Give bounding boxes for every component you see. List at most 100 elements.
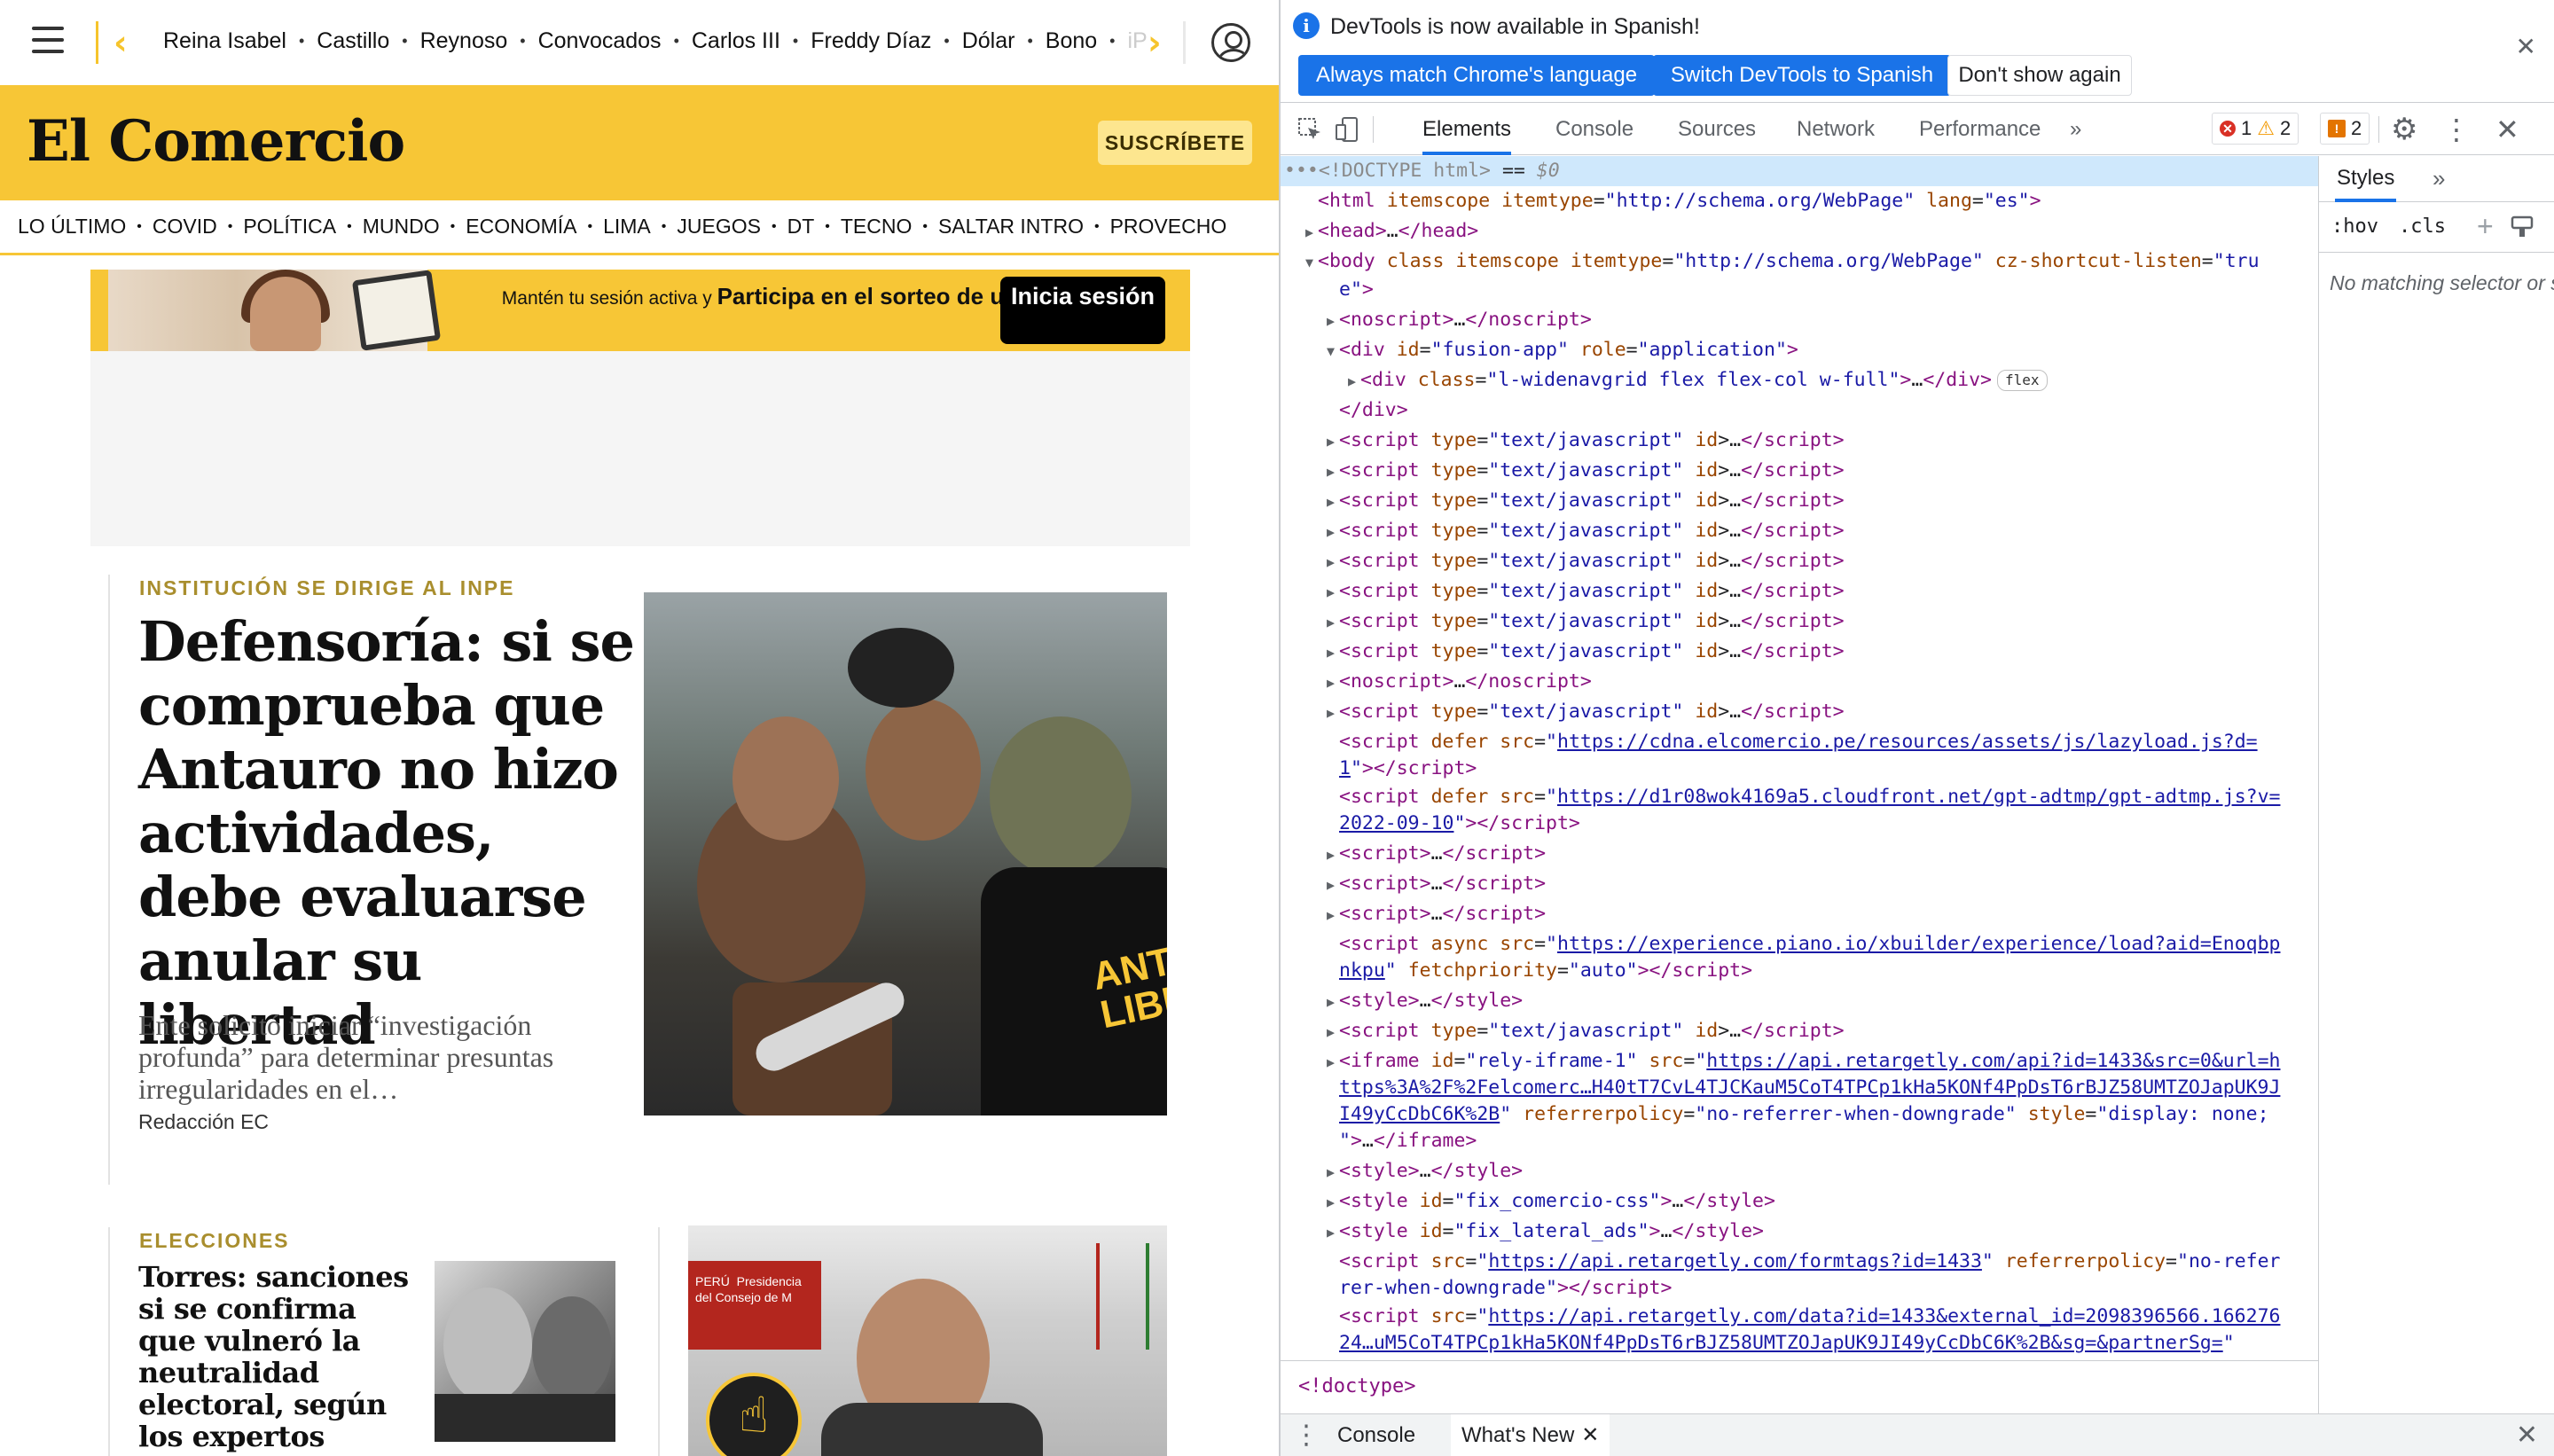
dom-node-row[interactable]: I49yCcDbC6K%2B" referrerpolicy="no-refer… — [1281, 1100, 2318, 1130]
hot-topic-link[interactable]: Castillo — [317, 28, 389, 54]
hot-topic-link[interactable]: Convocados — [538, 28, 662, 54]
section-nav-item[interactable]: TECNO — [841, 215, 913, 239]
dom-node-row[interactable]: ▶ <style>…</style> — [1281, 986, 2318, 1016]
dom-node-row[interactable]: ▼ <div id="fusion-app" role="application"… — [1281, 335, 2318, 365]
expand-triangle-icon[interactable]: ▼ — [1305, 247, 1318, 278]
hot-topic-link[interactable]: Bono — [1046, 28, 1097, 54]
hover-state-toggle[interactable]: :hov — [2331, 215, 2378, 238]
issues-counter[interactable]: ! 2 — [2320, 113, 2370, 145]
dom-node-row[interactable]: <script async src="https://experience.pi… — [1281, 929, 2318, 959]
dom-node-row[interactable]: ▶ <style>…</style> — [1281, 1156, 2318, 1186]
dom-node-row[interactable]: ▶ <script type="text/javascript" id>…</sc… — [1281, 1016, 2318, 1046]
dom-node-row[interactable]: ▶ <script type="text/javascript" id>…</sc… — [1281, 456, 2318, 486]
dom-node-row[interactable]: ">…</iframe> — [1281, 1126, 2318, 1156]
expand-triangle-icon[interactable]: ▶ — [1327, 1017, 1339, 1047]
dom-node-row[interactable]: ▶ <script>…</script> — [1281, 869, 2318, 899]
section-nav-item[interactable]: SALTAR INTRO — [938, 215, 1084, 239]
dom-node-row[interactable]: <html itemscope itemtype="http://schema.… — [1281, 186, 2318, 216]
story2-photo[interactable] — [435, 1261, 615, 1442]
dom-node-row[interactable]: ▼ <body class itemscope itemtype="http://… — [1281, 247, 2318, 277]
expand-triangle-icon[interactable]: ▶ — [1327, 306, 1339, 336]
expand-triangle-icon[interactable]: ▶ — [1327, 457, 1339, 487]
expand-triangle-icon[interactable]: ▶ — [1327, 577, 1339, 607]
tab-elements[interactable]: Elements — [1422, 104, 1512, 155]
dom-node-row[interactable]: ▶ <script type="text/javascript" id>…</sc… — [1281, 516, 2318, 546]
tab-console[interactable]: Console — [1555, 104, 1633, 155]
dom-node-row[interactable]: <script defer src="https://d1r08wok4169a… — [1281, 782, 2318, 812]
dom-node-row[interactable]: ▶ <head>…</head> — [1281, 216, 2318, 247]
dont-show-again-button[interactable]: Don't show again — [1947, 55, 2132, 96]
expand-triangle-icon[interactable]: ▶ — [1305, 217, 1318, 247]
dom-node-row[interactable]: ▶ <script type="text/javascript" id>…</sc… — [1281, 607, 2318, 637]
story1-byline[interactable]: Redacción EC — [138, 1110, 269, 1134]
drawer-tab-whats-new[interactable]: What's New ✕ — [1451, 1414, 1610, 1456]
expand-triangle-icon[interactable]: ▶ — [1327, 1217, 1339, 1248]
tab-performance[interactable]: Performance — [1919, 104, 2041, 155]
tab-sources[interactable]: Sources — [1678, 104, 1756, 155]
section-nav-item[interactable]: JUEGOS — [677, 215, 761, 239]
hot-topic-link[interactable]: Dólar — [962, 28, 1015, 54]
dom-node-row[interactable]: </div> — [1281, 395, 2318, 426]
dom-node-row[interactable]: ttps%3A%2F%2Felcomerc…H40tT7CvL4TJCKauM5… — [1281, 1073, 2318, 1103]
promo-banner[interactable]: Mantén tu sesión activa y Participa en e… — [90, 270, 1190, 351]
hot-topic-link[interactable]: Carlos III — [692, 28, 780, 54]
switch-to-spanish-button[interactable]: Switch DevTools to Spanish — [1653, 55, 1951, 96]
section-nav-item[interactable]: DT — [787, 215, 815, 239]
drawer-tab-console[interactable]: Console — [1327, 1414, 1426, 1456]
chevron-right-icon[interactable]: › — [1148, 25, 1162, 60]
expand-triangle-icon[interactable]: ▶ — [1327, 840, 1339, 870]
dom-node-row[interactable]: <script src="https://api.retargetly.com/… — [1281, 1302, 2318, 1332]
more-options-icon[interactable]: ⋮ — [2442, 113, 2471, 146]
inspect-element-icon[interactable] — [1297, 116, 1323, 143]
color-palette-icon[interactable] — [2511, 215, 2535, 239]
close-tab-icon[interactable]: ✕ — [1581, 1423, 1599, 1447]
story2-kicker[interactable]: ELECCIONES — [139, 1229, 290, 1253]
expand-triangle-icon[interactable]: ▶ — [1348, 366, 1360, 396]
hot-topic-link[interactable]: Reina Isabel — [163, 28, 286, 54]
section-nav-item[interactable]: LIMA — [603, 215, 651, 239]
dom-node-row[interactable]: e"> — [1281, 275, 2318, 305]
dom-node-row[interactable]: ▶ <noscript>…</noscript> — [1281, 305, 2318, 335]
subscribe-button[interactable]: SUSCRÍBETE — [1098, 121, 1252, 165]
drawer-menu-icon[interactable]: ⋮ — [1293, 1420, 1320, 1451]
section-nav-item[interactable]: MUNDO — [363, 215, 440, 239]
expand-triangle-icon[interactable]: ▼ — [1327, 336, 1339, 366]
elements-dom-tree[interactable]: •••<!DOCTYPE html> == $0 <html itemscope … — [1281, 156, 2318, 1360]
dom-node-row[interactable]: ▶ <noscript>…</noscript> — [1281, 667, 2318, 697]
expand-triangle-icon[interactable]: ▶ — [1327, 1187, 1339, 1217]
dom-node-row[interactable]: ▶ <script type="text/javascript" id>…</sc… — [1281, 697, 2318, 727]
expand-triangle-icon[interactable]: ▶ — [1327, 607, 1339, 638]
hamburger-menu-icon[interactable] — [32, 27, 64, 53]
chevron-left-icon[interactable]: ‹ — [114, 25, 128, 60]
tab-styles[interactable]: Styles — [2335, 156, 2397, 202]
section-nav-item[interactable]: ECONOMÍA — [466, 215, 576, 239]
expand-triangle-icon[interactable]: ▶ — [1327, 668, 1339, 698]
story1-photo[interactable]: ANTA LIBE — [644, 592, 1167, 1115]
dom-node-row[interactable]: •••<!DOCTYPE html> == $0 — [1281, 156, 2318, 186]
dom-node-row[interactable]: 2022-09-10"></script> — [1281, 809, 2318, 839]
close-devtools-icon[interactable]: ✕ — [2495, 113, 2519, 146]
user-account-icon[interactable] — [1211, 23, 1250, 62]
expand-triangle-icon[interactable]: ▶ — [1327, 427, 1339, 457]
settings-gear-icon[interactable]: ⚙ — [2391, 113, 2417, 146]
close-drawer-icon[interactable]: ✕ — [2516, 1420, 2538, 1451]
dom-node-row[interactable]: ▶ <script type="text/javascript" id>…</sc… — [1281, 637, 2318, 667]
more-panes-button[interactable]: » — [2433, 165, 2445, 192]
dom-node-row[interactable]: ▶ <script>…</script> — [1281, 839, 2318, 869]
hot-topic-link[interactable]: iP — [1127, 28, 1147, 54]
tab-network[interactable]: Network — [1797, 104, 1875, 155]
class-toggle[interactable]: .cls — [2399, 215, 2446, 238]
story1-kicker[interactable]: INSTITUCIÓN SE DIRIGE AL INPE — [139, 576, 514, 600]
hot-topic-link[interactable]: Freddy Díaz — [811, 28, 931, 54]
close-icon[interactable]: ✕ — [2516, 32, 2536, 61]
expand-triangle-icon[interactable]: ▶ — [1327, 698, 1339, 728]
expand-triangle-icon[interactable]: ▶ — [1327, 547, 1339, 577]
hot-topic-link[interactable]: Reynoso — [420, 28, 508, 54]
new-style-rule-icon[interactable]: + — [2477, 210, 2494, 243]
dom-node-row[interactable]: rer-when-downgrade"></script> — [1281, 1273, 2318, 1303]
expand-triangle-icon[interactable]: ▶ — [1327, 900, 1339, 930]
dom-node-row[interactable]: ▶ <script type="text/javascript" id>…</sc… — [1281, 546, 2318, 576]
expand-triangle-icon[interactable]: ▶ — [1327, 638, 1339, 668]
expand-triangle-icon[interactable]: ▶ — [1327, 870, 1339, 900]
error-warning-counter[interactable]: ✕ 1 ⚠ 2 — [2212, 113, 2299, 145]
